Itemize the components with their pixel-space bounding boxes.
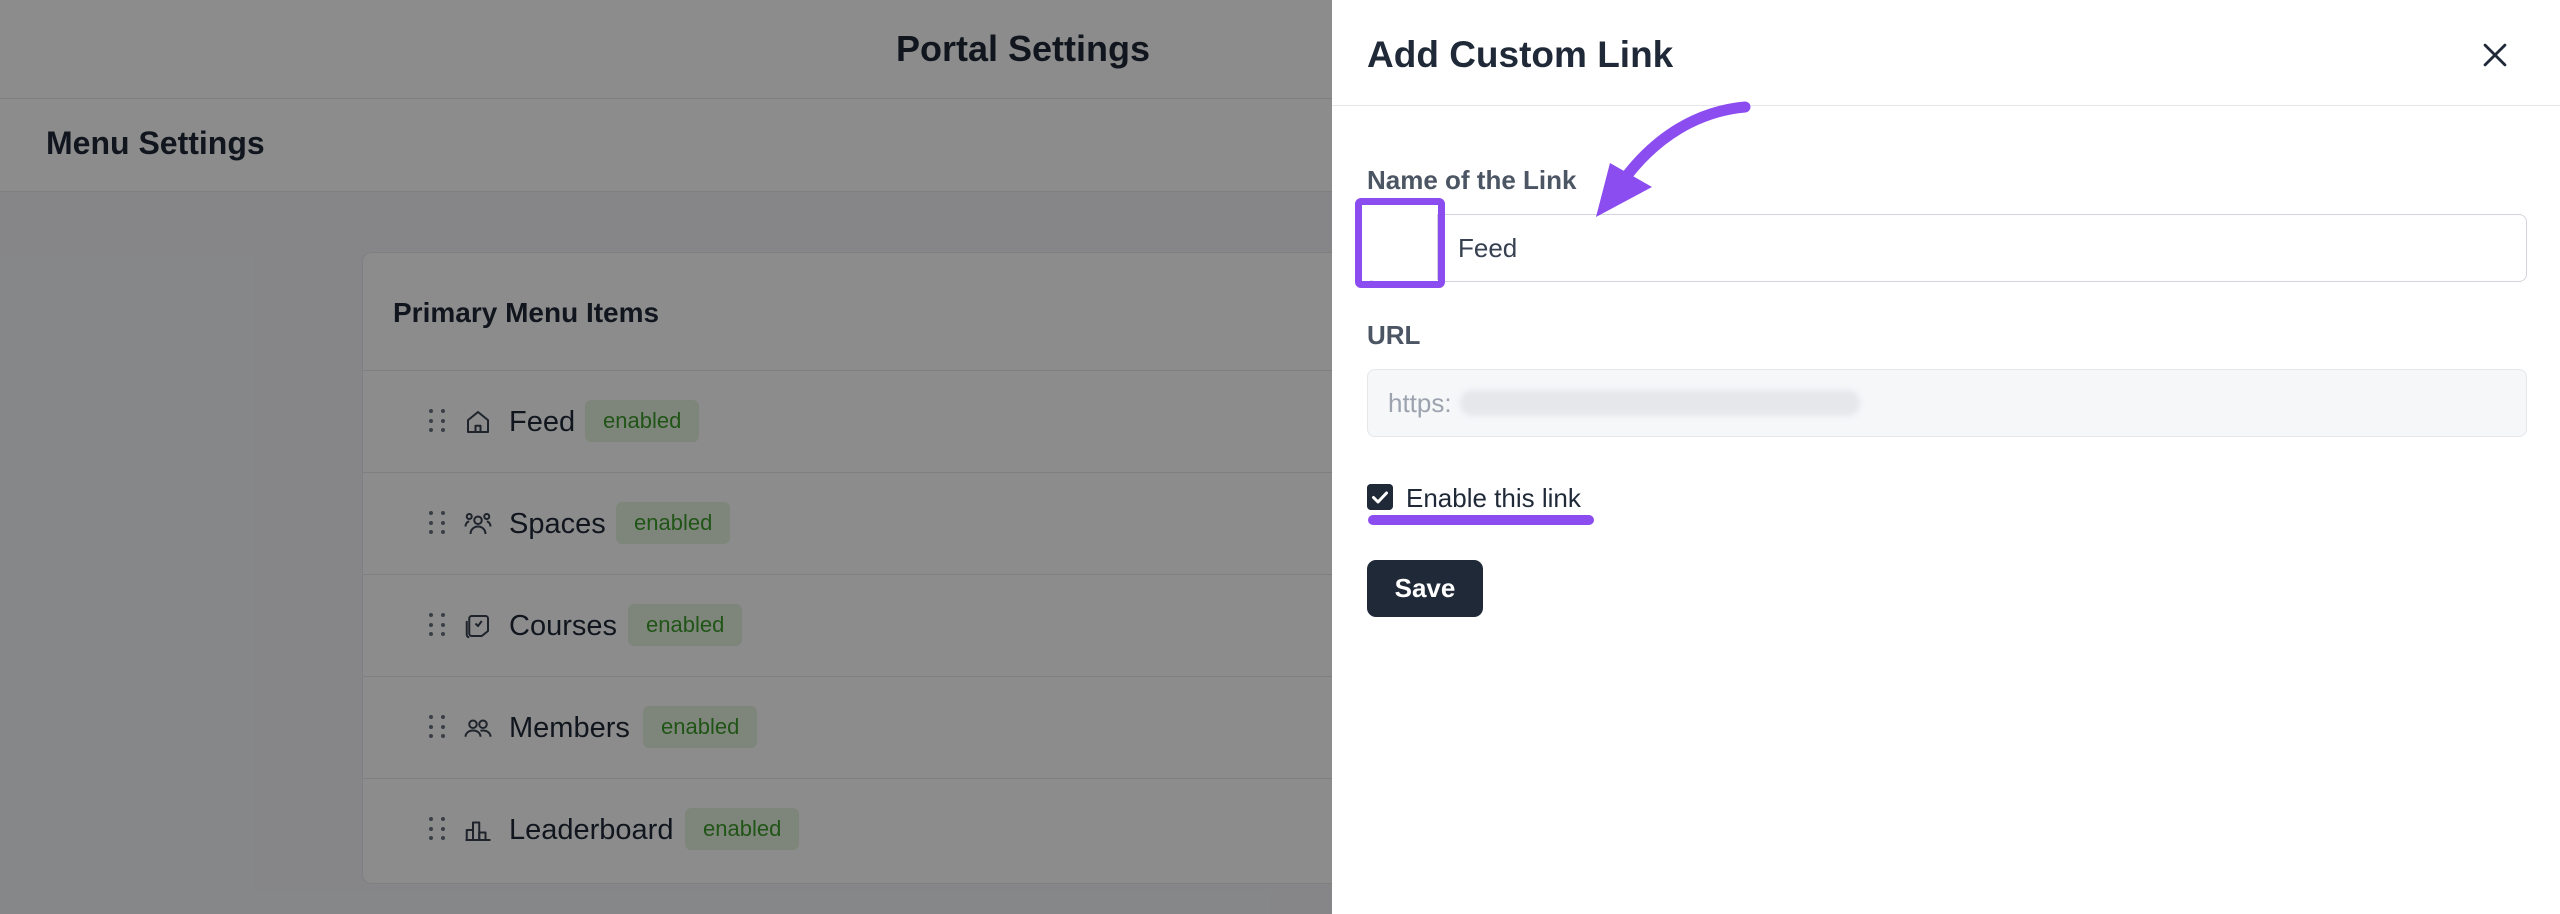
name-field [1367, 214, 2527, 282]
arrow-annotation-icon [1596, 101, 1751, 217]
url-field [1367, 369, 2527, 437]
close-icon[interactable] [2478, 38, 2512, 72]
enable-link-label[interactable]: Enable this link [1406, 483, 1581, 514]
name-field-label: Name of the Link [1367, 165, 1577, 195]
drawer-header: Add Custom Link [1332, 0, 2560, 106]
add-custom-link-drawer: Add Custom Link Name of the Link URL Ena… [1332, 0, 2560, 914]
redacted-url-blur [1460, 390, 1860, 416]
highlight-underline [1368, 515, 1594, 525]
enable-link-checkbox[interactable] [1367, 484, 1393, 510]
modal-backdrop[interactable] [0, 0, 1332, 914]
drawer-title: Add Custom Link [1367, 34, 1674, 75]
highlight-box [1355, 198, 1445, 288]
url-field-label: URL [1367, 320, 1421, 350]
save-button[interactable]: Save [1367, 560, 1483, 617]
